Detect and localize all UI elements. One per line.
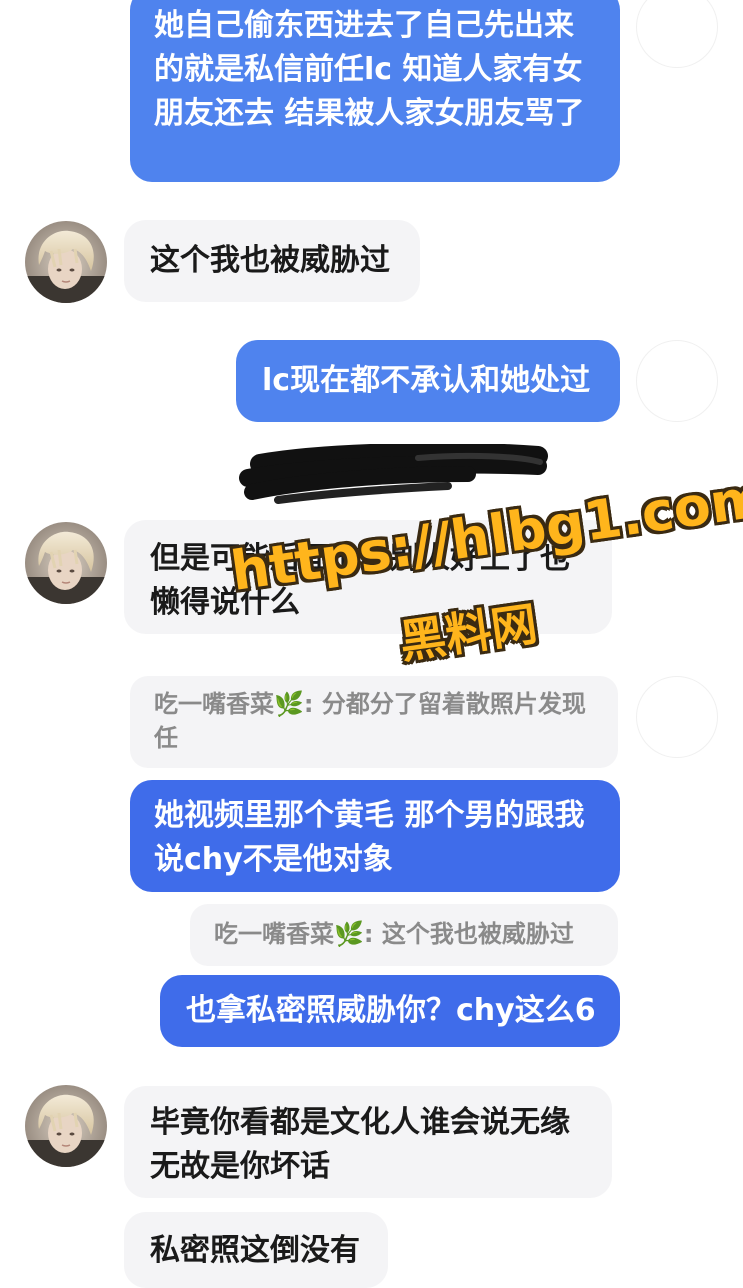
avatar-image xyxy=(25,522,107,604)
self-avatar[interactable] xyxy=(636,340,718,422)
outgoing-message-3: 她视频里那个黄毛 那个男的跟我说chy不是他对象 xyxy=(130,780,620,892)
quoted-message-1[interactable]: 吃一嘴香菜🌿: 分都分了留着散照片发现任 xyxy=(130,676,618,768)
outgoing-message-1: 她自己偷东西进去了自己先出来的就是私信前任lc 知道人家有女朋友还去 结果被人家… xyxy=(130,0,620,182)
quoted-message-2[interactable]: 吃一嘴香菜🌿: 这个我也被威胁过 xyxy=(190,904,618,966)
incoming-message-1: 这个我也被威胁过 xyxy=(124,220,420,302)
self-avatar[interactable] xyxy=(636,676,718,758)
avatar-image xyxy=(25,221,107,303)
contact-avatar[interactable] xyxy=(25,1085,107,1167)
outgoing-message-2: lc现在都不承认和她处过 xyxy=(236,340,620,422)
contact-avatar[interactable] xyxy=(25,221,107,303)
incoming-message-3: 毕竟你看都是文化人谁会说无缘无故是你坏话 xyxy=(124,1086,612,1198)
incoming-message-4: 私密照这倒没有 xyxy=(124,1212,388,1288)
contact-avatar[interactable] xyxy=(25,522,107,604)
outgoing-message-4: 也拿私密照威胁你？chy这么6 xyxy=(160,975,620,1047)
avatar-image xyxy=(25,1085,107,1167)
self-avatar-top[interactable] xyxy=(636,0,718,68)
